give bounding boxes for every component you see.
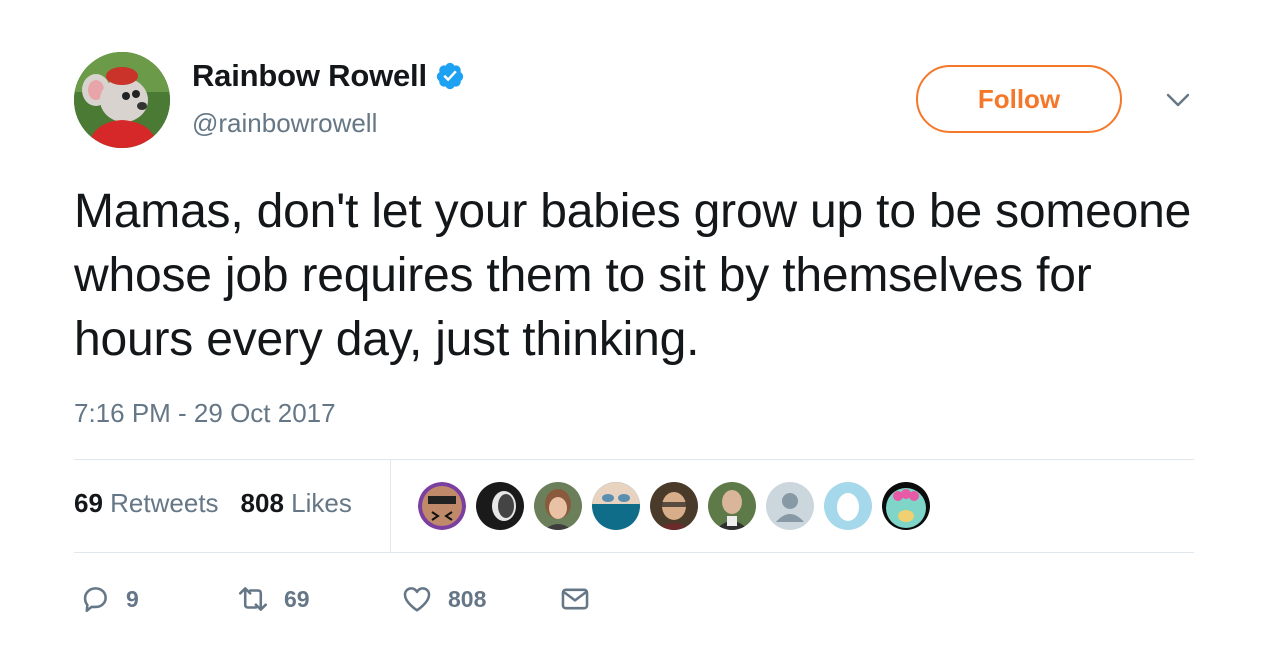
like-count: 808 xyxy=(448,585,487,612)
reply-button[interactable]: 9 xyxy=(78,582,139,616)
liker-avatar[interactable] xyxy=(650,482,698,530)
liker-avatar[interactable] xyxy=(882,482,930,530)
author-display-name[interactable]: Rainbow Rowell xyxy=(192,58,427,94)
like-button[interactable]: 808 xyxy=(400,582,486,616)
envelope-icon xyxy=(561,588,589,610)
avatar-image xyxy=(74,52,170,148)
direct-message-button[interactable] xyxy=(558,582,592,616)
retweets-count: 69 xyxy=(74,488,103,518)
liker-avatar[interactable] xyxy=(708,482,756,530)
stats-vertical-divider xyxy=(390,460,391,552)
liker-avatar[interactable] xyxy=(824,482,872,530)
reply-icon xyxy=(83,587,107,613)
retweet-icon xyxy=(238,587,268,611)
liker-avatar[interactable] xyxy=(592,482,640,530)
tweet-text: Mamas, don't let your babies grow up to … xyxy=(74,185,1192,366)
likes-count: 808 xyxy=(240,488,284,518)
retweets-stat[interactable]: 69 Retweets xyxy=(74,488,219,519)
reply-count: 9 xyxy=(126,585,139,612)
retweets-label: Retweets xyxy=(110,488,219,518)
tweet-stats: 69 Retweets 808 Likes xyxy=(74,488,352,519)
liker-avatar[interactable] xyxy=(476,482,524,530)
likes-stat[interactable]: 808 Likes xyxy=(241,488,352,519)
liker-avatar[interactable] xyxy=(766,482,814,530)
author-avatar[interactable] xyxy=(74,52,170,148)
author-handle[interactable]: @rainbowrowell xyxy=(192,108,377,139)
retweet-count: 69 xyxy=(284,585,310,612)
liker-avatars xyxy=(418,482,930,530)
liker-avatar[interactable] xyxy=(418,482,466,530)
tweet-timestamp[interactable]: 7:16 PM - 29 Oct 2017 xyxy=(74,398,336,429)
verified-badge-icon xyxy=(436,62,464,90)
author-name-row[interactable]: Rainbow Rowell xyxy=(192,58,465,94)
follow-button[interactable]: Follow xyxy=(916,65,1122,133)
heart-icon xyxy=(403,587,431,612)
chevron-down-icon[interactable] xyxy=(1164,88,1192,112)
divider-bottom xyxy=(74,552,1194,553)
divider-top xyxy=(74,459,1194,460)
liker-avatar[interactable] xyxy=(534,482,582,530)
likes-label: Likes xyxy=(291,488,352,518)
retweet-button[interactable]: 69 xyxy=(236,582,310,616)
